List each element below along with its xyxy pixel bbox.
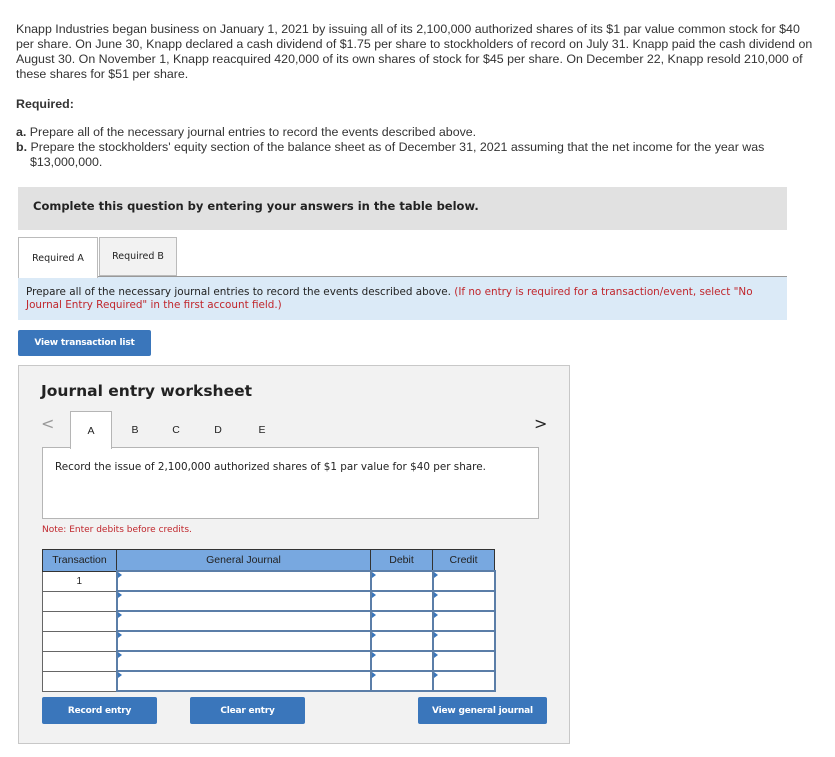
debit-field[interactable] (369, 630, 434, 652)
problem-statement: Knapp Industries began business on Janua… (16, 22, 816, 82)
problem-text: Knapp Industries began business on Janua… (16, 22, 813, 81)
credit-field[interactable] (431, 650, 496, 672)
account-field[interactable] (115, 650, 372, 672)
debit-field[interactable] (369, 590, 434, 612)
table-row (42, 590, 496, 612)
credit-field[interactable] (431, 670, 496, 692)
tab-required-b[interactable]: Required B (99, 237, 177, 276)
view-transaction-list-button[interactable]: View transaction list (18, 330, 151, 356)
transaction-number: 1 (42, 570, 117, 592)
credit-field[interactable] (431, 610, 496, 632)
item-text: Prepare all of the necessary journal ent… (29, 125, 477, 139)
table-row (42, 670, 496, 692)
table-header-row: Transaction General Journal Debit Credit (42, 549, 495, 572)
transaction-description: Record the issue of 2,100,000 authorized… (42, 447, 539, 519)
credit-field[interactable] (431, 630, 496, 652)
credit-field[interactable] (431, 590, 496, 612)
account-field[interactable] (115, 630, 372, 652)
instruction-banner: Complete this question by entering your … (18, 187, 787, 230)
debit-field[interactable] (369, 570, 434, 592)
worksheet-title: Journal entry worksheet (41, 382, 253, 400)
transaction-number (42, 590, 117, 612)
item-marker: a. (16, 125, 27, 139)
tab-required-a[interactable]: Required A (18, 237, 98, 278)
header-debit: Debit (370, 549, 433, 572)
worksheet-tab-c[interactable]: C (155, 411, 197, 448)
table-row: 1 (42, 570, 496, 592)
required-heading: Required: (16, 97, 74, 111)
worksheet-tab-e[interactable]: E (241, 411, 283, 448)
account-field[interactable] (115, 670, 372, 692)
required-list: a. Prepare all of the necessary journal … (16, 125, 806, 170)
account-field[interactable] (115, 590, 372, 612)
required-item-a: a. Prepare all of the necessary journal … (16, 125, 806, 140)
debit-field[interactable] (369, 670, 434, 692)
debit-credit-note: Note: Enter debits before credits. (42, 525, 192, 535)
transaction-number (42, 670, 117, 692)
debit-field[interactable] (369, 610, 434, 632)
item-marker: b. (16, 140, 28, 154)
header-credit: Credit (432, 549, 495, 572)
chevron-right-icon[interactable]: > (534, 414, 547, 433)
table-row (42, 630, 496, 652)
transaction-number (42, 610, 117, 632)
item-text: Prepare the stockholders' equity section… (30, 140, 765, 169)
worksheet-tab-a[interactable]: A (70, 411, 112, 449)
transaction-number (42, 650, 117, 672)
account-field[interactable] (115, 570, 372, 592)
header-general-journal: General Journal (116, 549, 371, 572)
account-field[interactable] (115, 610, 372, 632)
view-general-journal-button[interactable]: View general journal (418, 697, 547, 724)
worksheet-tab-d[interactable]: D (197, 411, 239, 448)
table-row (42, 610, 496, 632)
required-item-b: b. Prepare the stockholders' equity sect… (16, 140, 806, 170)
worksheet-tab-b[interactable]: B (114, 411, 156, 448)
credit-field[interactable] (431, 570, 496, 592)
clear-entry-button[interactable]: Clear entry (190, 697, 305, 724)
debit-field[interactable] (369, 650, 434, 672)
instruction-text: Prepare all of the necessary journal ent… (26, 286, 451, 298)
transaction-number (42, 630, 117, 652)
journal-entry-worksheet: Journal entry worksheet < > A B C D E Re… (18, 365, 570, 744)
instruction-box: Prepare all of the necessary journal ent… (18, 277, 787, 320)
header-transaction: Transaction (42, 549, 117, 572)
table-row (42, 650, 496, 672)
record-entry-button[interactable]: Record entry (42, 697, 157, 724)
banner-text: Complete this question by entering your … (33, 199, 479, 213)
chevron-left-icon[interactable]: < (41, 414, 54, 433)
journal-table: Transaction General Journal Debit Credit… (42, 549, 496, 692)
